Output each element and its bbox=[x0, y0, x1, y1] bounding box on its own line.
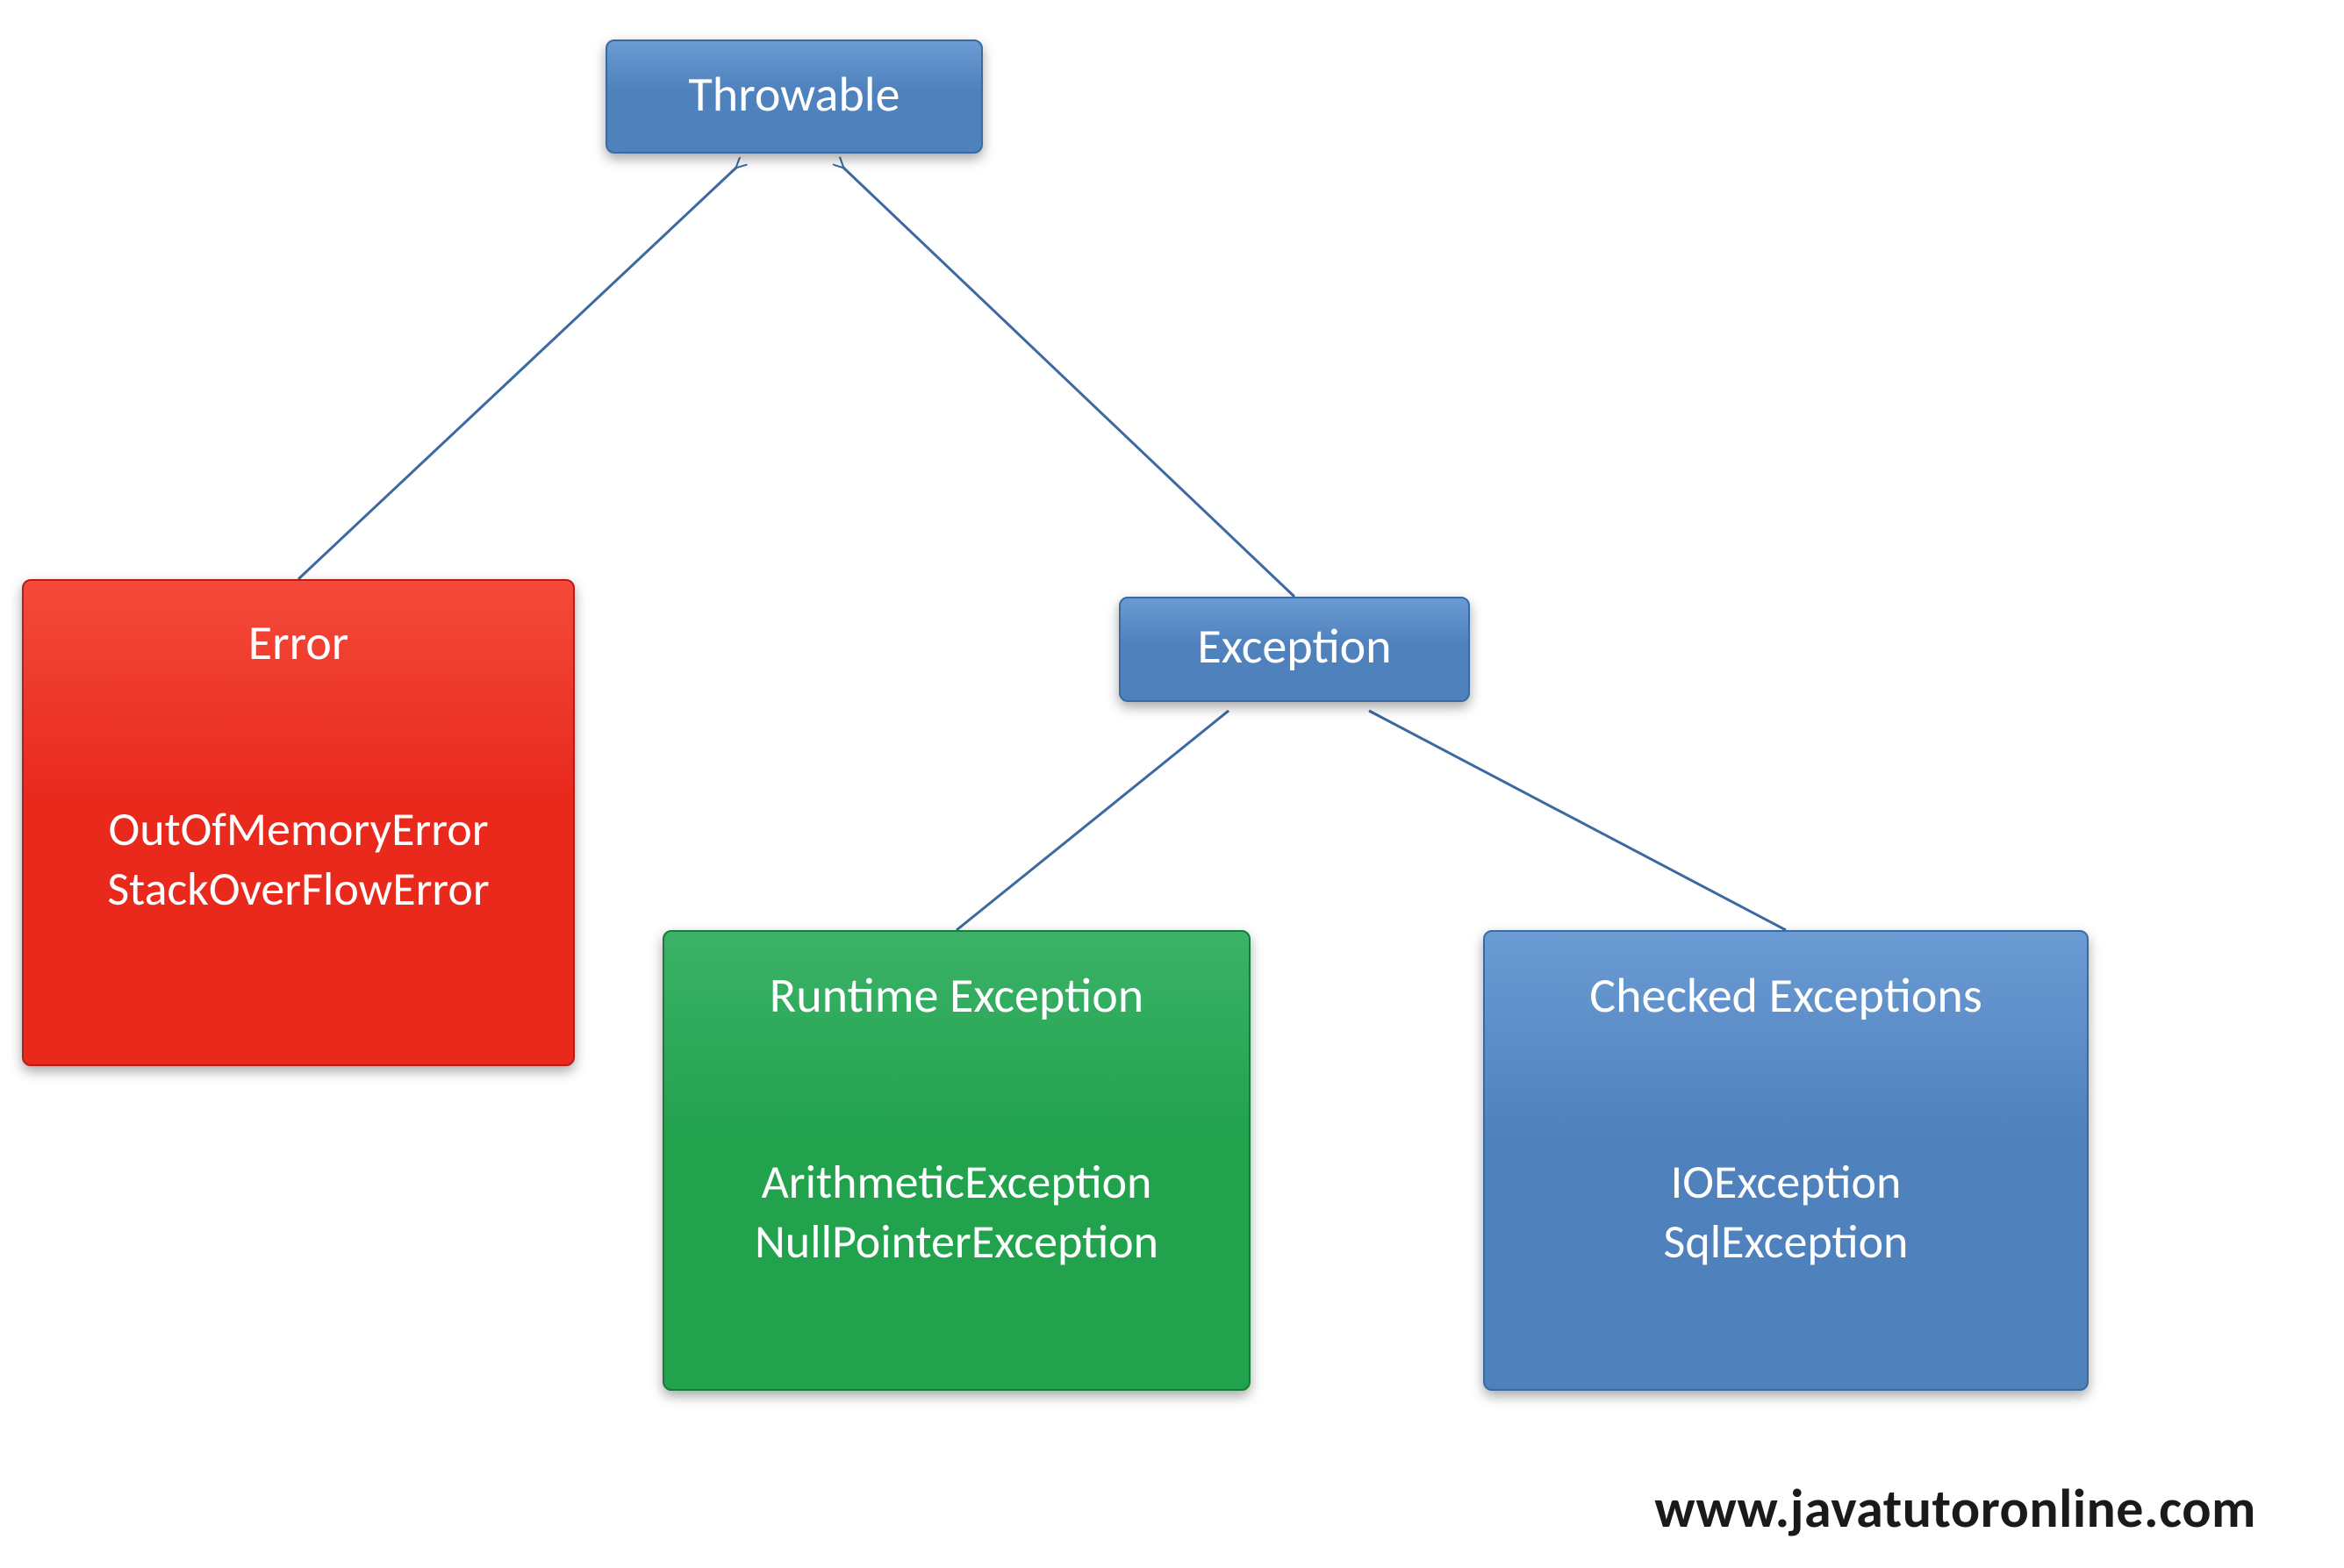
node-checked-examples: IOExceptionSqlException bbox=[1664, 1153, 1909, 1271]
node-throwable-label: Throwable bbox=[688, 66, 900, 125]
node-runtime-examples: ArithmeticExceptionNullPointerException bbox=[755, 1153, 1158, 1271]
node-runtime-exception: Runtime Exception ArithmeticExceptionNul… bbox=[663, 930, 1251, 1391]
node-throwable: Throwable bbox=[606, 39, 983, 154]
node-checked-exceptions: Checked Exceptions IOExceptionSqlExcepti… bbox=[1483, 930, 2089, 1391]
node-runtime-label: Runtime Exception bbox=[770, 967, 1143, 1026]
node-checked-label: Checked Exceptions bbox=[1589, 967, 1982, 1026]
watermark-url: www.javatutoronline.com bbox=[1654, 1475, 2256, 1542]
node-exception: Exception bbox=[1119, 597, 1470, 702]
node-error-examples: OutOfMemoryErrorStackOverFlowError bbox=[107, 800, 489, 919]
node-error: Error OutOfMemoryErrorStackOverFlowError bbox=[22, 579, 575, 1066]
node-error-label: Error bbox=[248, 614, 349, 673]
node-exception-label: Exception bbox=[1197, 618, 1391, 677]
